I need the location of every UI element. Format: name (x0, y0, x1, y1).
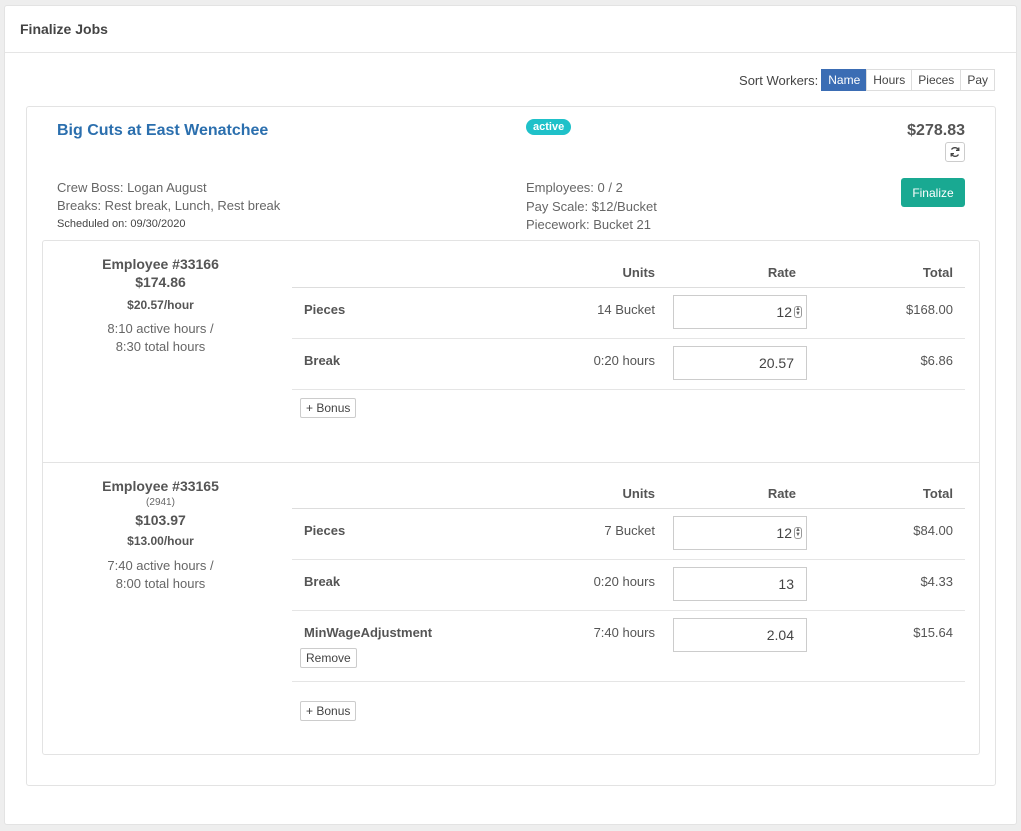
panel-title: Finalize Jobs (5, 6, 1016, 53)
employee-total: $174.86 (135, 274, 186, 290)
finalize-jobs-panel: Finalize Jobs Sort Workers: Name Hours P… (4, 5, 1017, 825)
rate-value: 2.04 (766, 627, 794, 643)
employees-panel: Employee #33166 $174.86 $20.57/hour 8:10… (42, 240, 980, 755)
total-header: Total (922, 265, 953, 280)
table-row: Break 0:20 hours 20.57 $6.86 (292, 339, 965, 390)
finalize-button[interactable]: Finalize (901, 178, 965, 207)
rate-input[interactable]: 13 (673, 567, 807, 601)
employee-active-hours: 8:10 active hours / (107, 321, 214, 336)
employee-name: Employee #33165 (102, 478, 219, 494)
piecework: Piecework: Bucket 21 (526, 217, 652, 232)
sort-hours-button[interactable]: Hours (866, 69, 913, 91)
rate-input[interactable]: 12 ▲ ▼ (673, 295, 807, 329)
pay-table: Units Rate Total Pieces 7 Bucket 12 ▲ ▼ $… (292, 474, 965, 721)
employee-total-hours: 8:00 total hours (115, 576, 206, 591)
job-card: Big Cuts at East Wenatchee active $278.8… (26, 106, 996, 786)
row-units: 14 Bucket (597, 302, 655, 317)
sort-workers-label: Sort Workers: (739, 72, 819, 88)
pay-table-header: Units Rate Total (292, 253, 965, 288)
sort-name-button[interactable]: Name (821, 69, 868, 91)
row-label: Pieces (304, 523, 346, 538)
employee-total: $103.97 (135, 512, 186, 528)
employee-hourly-rate: $20.57/hour (127, 298, 194, 312)
rate-input[interactable]: 12 ▲ ▼ (673, 516, 807, 550)
refresh-button[interactable] (945, 142, 965, 162)
rate-header: Rate (767, 265, 796, 280)
status-badge: active (526, 119, 572, 135)
add-bonus-button[interactable]: + Bonus (300, 701, 357, 721)
remove-button[interactable]: Remove (300, 648, 357, 668)
job-total: $278.83 (907, 122, 965, 139)
row-units: 0:20 hours (593, 574, 655, 589)
spinner-icon[interactable]: ▲ ▼ (794, 306, 802, 318)
job-title-link[interactable]: Big Cuts at East Wenatchee (57, 122, 268, 140)
pay-table: Units Rate Total Pieces 14 Bucket 12 ▲ ▼ … (292, 253, 965, 418)
row-total: $84.00 (913, 523, 953, 538)
employee-block: Employee #33166 $174.86 $20.57/hour 8:10… (43, 241, 979, 462)
row-total: $6.86 (920, 353, 953, 368)
units-header: Units (622, 486, 656, 501)
rate-input[interactable]: 2.04 (673, 618, 807, 652)
rate-value: 12 (776, 525, 792, 541)
rate-header: Rate (767, 486, 796, 501)
row-label: Pieces (304, 302, 346, 317)
job-meta-mid: Employees: 0 / 2 Pay Scale: $12/Bucket P… (526, 179, 657, 235)
crew-boss: Crew Boss: Logan August (57, 180, 207, 195)
sort-workers-bar: Sort Workers: Name Hours Pieces Pay (739, 69, 995, 91)
refresh-icon (950, 147, 960, 157)
table-row: MinWageAdjustment 7:40 hours 2.04 $15.64… (292, 611, 965, 682)
row-units: 0:20 hours (593, 353, 655, 368)
units-header: Units (622, 265, 656, 280)
table-row: Pieces 7 Bucket 12 ▲ ▼ $84.00 (292, 509, 965, 560)
row-total: $15.64 (913, 625, 953, 640)
employee-total-hours: 8:30 total hours (115, 339, 206, 354)
pay-scale: Pay Scale: $12/Bucket (526, 198, 657, 214)
table-row: Pieces 14 Bucket 12 ▲ ▼ $168.00 (292, 288, 965, 339)
add-bonus-button[interactable]: + Bonus (300, 398, 357, 418)
employee-name: Employee #33166 (102, 256, 219, 272)
job-meta-left: Crew Boss: Logan August Breaks: Rest bre… (57, 179, 280, 233)
employee-info: Employee #33165 (2941) $103.97 $13.00/ho… (43, 478, 278, 593)
sort-pieces-button[interactable]: Pieces (911, 69, 962, 91)
row-units: 7:40 hours (593, 625, 655, 640)
sort-button-group: Name Hours Pieces Pay (821, 69, 995, 91)
row-total: $168.00 (906, 302, 953, 317)
pay-table-header: Units Rate Total (292, 474, 965, 509)
rate-value: 13 (778, 576, 794, 592)
row-label: Break (304, 574, 341, 589)
row-total: $4.33 (920, 574, 953, 589)
rate-value: 20.57 (758, 355, 794, 371)
employees-count: Employees: 0 / 2 (526, 180, 623, 195)
breaks: Breaks: Rest break, Lunch, Rest break (57, 198, 281, 213)
row-label: Break (304, 353, 341, 368)
employee-id: (2941) (146, 497, 175, 508)
employee-hourly-rate: $13.00/hour (127, 534, 194, 548)
rate-input[interactable]: 20.57 (673, 346, 807, 380)
employee-block: Employee #33165 (2941) $103.97 $13.00/ho… (43, 462, 979, 755)
scheduled-date: Scheduled on: 09/30/2020 (57, 218, 186, 230)
employee-active-hours: 7:40 active hours / (107, 558, 214, 573)
employee-info: Employee #33166 $174.86 $20.57/hour 8:10… (43, 256, 278, 356)
spinner-icon[interactable]: ▲ ▼ (794, 527, 802, 539)
rate-value: 12 (776, 304, 792, 320)
table-row: Break 0:20 hours 13 $4.33 (292, 560, 965, 611)
sort-pay-button[interactable]: Pay (960, 69, 995, 91)
row-label: MinWageAdjustment (304, 625, 433, 640)
total-header: Total (922, 486, 953, 501)
row-units: 7 Bucket (604, 523, 655, 538)
